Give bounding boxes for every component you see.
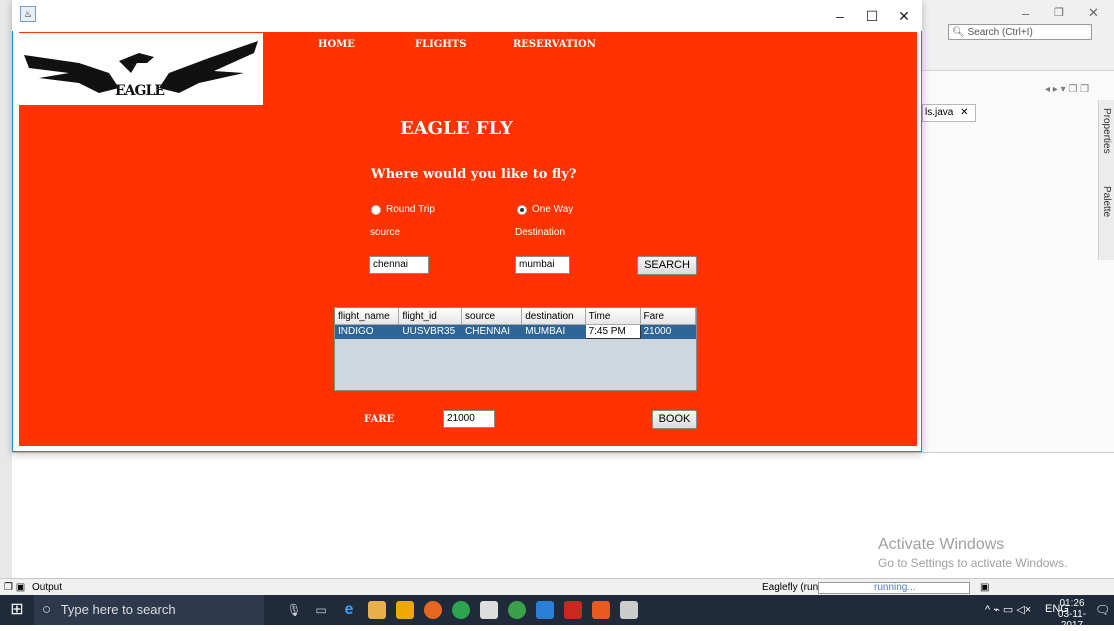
table-cell[interactable]: 21000 xyxy=(640,324,696,339)
tray-icons[interactable]: ^ ⌁ ▭ ◁× xyxy=(985,603,1031,616)
nav-flights[interactable]: FLIGHTS xyxy=(415,39,466,50)
nav-home[interactable]: HOME xyxy=(318,39,355,50)
ide-side-strip: Properties Palette xyxy=(1098,100,1114,260)
windows-start-icon[interactable]: ⊞ xyxy=(0,595,34,625)
close-button[interactable]: ✕ xyxy=(886,4,922,28)
notification-icon[interactable]: 🗨︎ xyxy=(1095,603,1110,617)
activate-windows-subtitle: Go to Settings to activate Windows. xyxy=(878,556,1068,570)
task-view-icon[interactable]: ▭ xyxy=(312,601,330,619)
round-trip-label[interactable]: Round Trip xyxy=(386,204,435,215)
table-body: INDIGO UUSVBR35 CHENNAI MUMBAI 7:45 PM 21000 xyxy=(335,324,696,339)
mail-icon[interactable] xyxy=(480,601,498,619)
output-icon: ❐ ▣ xyxy=(4,582,26,593)
table-cell[interactable]: MUMBAI xyxy=(521,324,586,339)
maximize-button[interactable]: ☐ xyxy=(854,4,890,28)
editor-tab-label: ls.java xyxy=(925,107,954,118)
table-cell[interactable]: CHENNAI xyxy=(461,324,523,339)
table-header-row: flight_name flight_id source destination Tim… xyxy=(335,308,696,325)
flights-table: flight_name flight_id source destination Tim… xyxy=(334,307,697,391)
java-icon: ♨ xyxy=(20,6,36,22)
destination-input[interactable]: mumbai xyxy=(515,256,570,274)
java-app-icon[interactable] xyxy=(620,601,638,619)
editor-nav-arrows[interactable]: ◂ ▸ ▾ ❐ ❐ xyxy=(1045,84,1089,95)
nav-reservation[interactable]: RESERVATION xyxy=(513,39,596,50)
eagle-logo: EAGLE xyxy=(19,33,263,105)
source-input[interactable]: chennai xyxy=(369,256,429,274)
table-row[interactable]: INDIGO UUSVBR35 CHENNAI MUMBAI 7:45 PM 21000 xyxy=(335,324,696,339)
edge-icon[interactable]: e xyxy=(340,601,358,619)
fare-input[interactable]: 21000 xyxy=(443,410,495,428)
table-cell[interactable]: UUSVBR35 xyxy=(398,324,463,339)
search-icon: 🔍︎ xyxy=(952,27,965,38)
column-header[interactable]: destination xyxy=(521,308,586,325)
logo-text: EAGLE xyxy=(115,83,165,99)
palette-tab[interactable]: Palette xyxy=(1101,186,1112,217)
search-button[interactable]: SEARCH xyxy=(637,256,697,275)
ide-minimize-button[interactable]: – xyxy=(1022,6,1029,21)
activate-windows-title: Activate Windows xyxy=(878,536,1005,553)
taskbar-search-box[interactable]: ○ Type here to search xyxy=(34,595,264,625)
column-header[interactable]: flight_name xyxy=(335,308,400,325)
taskbar-clock[interactable]: 01:26 03-11-2017 xyxy=(1050,598,1094,631)
page-title: EAGLE FLY xyxy=(400,118,513,139)
run-status: Eaglefly (run) xyxy=(762,582,822,593)
run-progress-text: running... xyxy=(874,582,916,593)
output-tab[interactable]: Output xyxy=(32,579,62,596)
page-subtitle: Where would you like to fly? xyxy=(371,167,577,182)
firefox-icon[interactable] xyxy=(424,601,442,619)
one-way-label[interactable]: One Way xyxy=(532,204,573,215)
destination-label: Destination xyxy=(515,227,566,238)
properties-tab[interactable]: Properties xyxy=(1101,108,1112,154)
table-cell[interactable]: 7:45 PM xyxy=(584,324,641,339)
xampp-icon[interactable] xyxy=(592,601,610,619)
table-cell[interactable]: INDIGO xyxy=(335,324,400,339)
column-header[interactable]: source xyxy=(461,308,523,325)
chrome-icon[interactable] xyxy=(452,601,470,619)
stop-icon[interactable]: ▣ xyxy=(980,579,989,596)
virtualbox-icon[interactable] xyxy=(536,601,554,619)
close-icon[interactable]: ✕ xyxy=(960,107,968,118)
microphone-icon[interactable]: 🎙︎ xyxy=(285,601,303,619)
ide-search-input[interactable]: 🔍︎ Search (Ctrl+I) xyxy=(948,24,1092,40)
window-titlebar[interactable]: ♨ – ☐ ✕ xyxy=(12,0,922,31)
ide-restore-button[interactable]: ❐ xyxy=(1054,6,1064,19)
ide-search-placeholder: Search (Ctrl+I) xyxy=(967,27,1033,38)
ide-status-bar: ❐ ▣ Output Eaglefly (run) running... ▣ xyxy=(0,578,1114,596)
book-button[interactable]: BOOK xyxy=(652,410,697,429)
clock-date: 03-11-2017 xyxy=(1057,609,1087,631)
column-header[interactable]: Fare xyxy=(640,308,696,325)
utorrent-icon[interactable] xyxy=(508,601,526,619)
store-icon[interactable] xyxy=(396,601,414,619)
minimize-button[interactable]: – xyxy=(822,4,858,28)
source-label: source xyxy=(370,227,401,238)
clock-time: 01:26 xyxy=(1059,598,1085,609)
flights-table-grid: flight_name flight_id source destination Tim… xyxy=(335,308,696,339)
column-header[interactable]: flight_id xyxy=(398,308,463,325)
one-way-radio[interactable] xyxy=(517,205,527,215)
file-explorer-icon[interactable] xyxy=(368,601,386,619)
acrobat-icon[interactable] xyxy=(564,601,582,619)
column-header[interactable]: Time xyxy=(585,308,641,325)
round-trip-radio[interactable] xyxy=(371,205,381,215)
taskbar-search-placeholder: Type here to search xyxy=(60,602,176,617)
editor-tab[interactable]: ls.java ✕ xyxy=(922,104,976,122)
ide-close-button[interactable]: ✕ xyxy=(1088,5,1099,21)
cortana-icon: ○ xyxy=(42,601,52,618)
run-progress-bar: running... xyxy=(818,582,970,594)
fare-label: FARE xyxy=(364,414,395,425)
